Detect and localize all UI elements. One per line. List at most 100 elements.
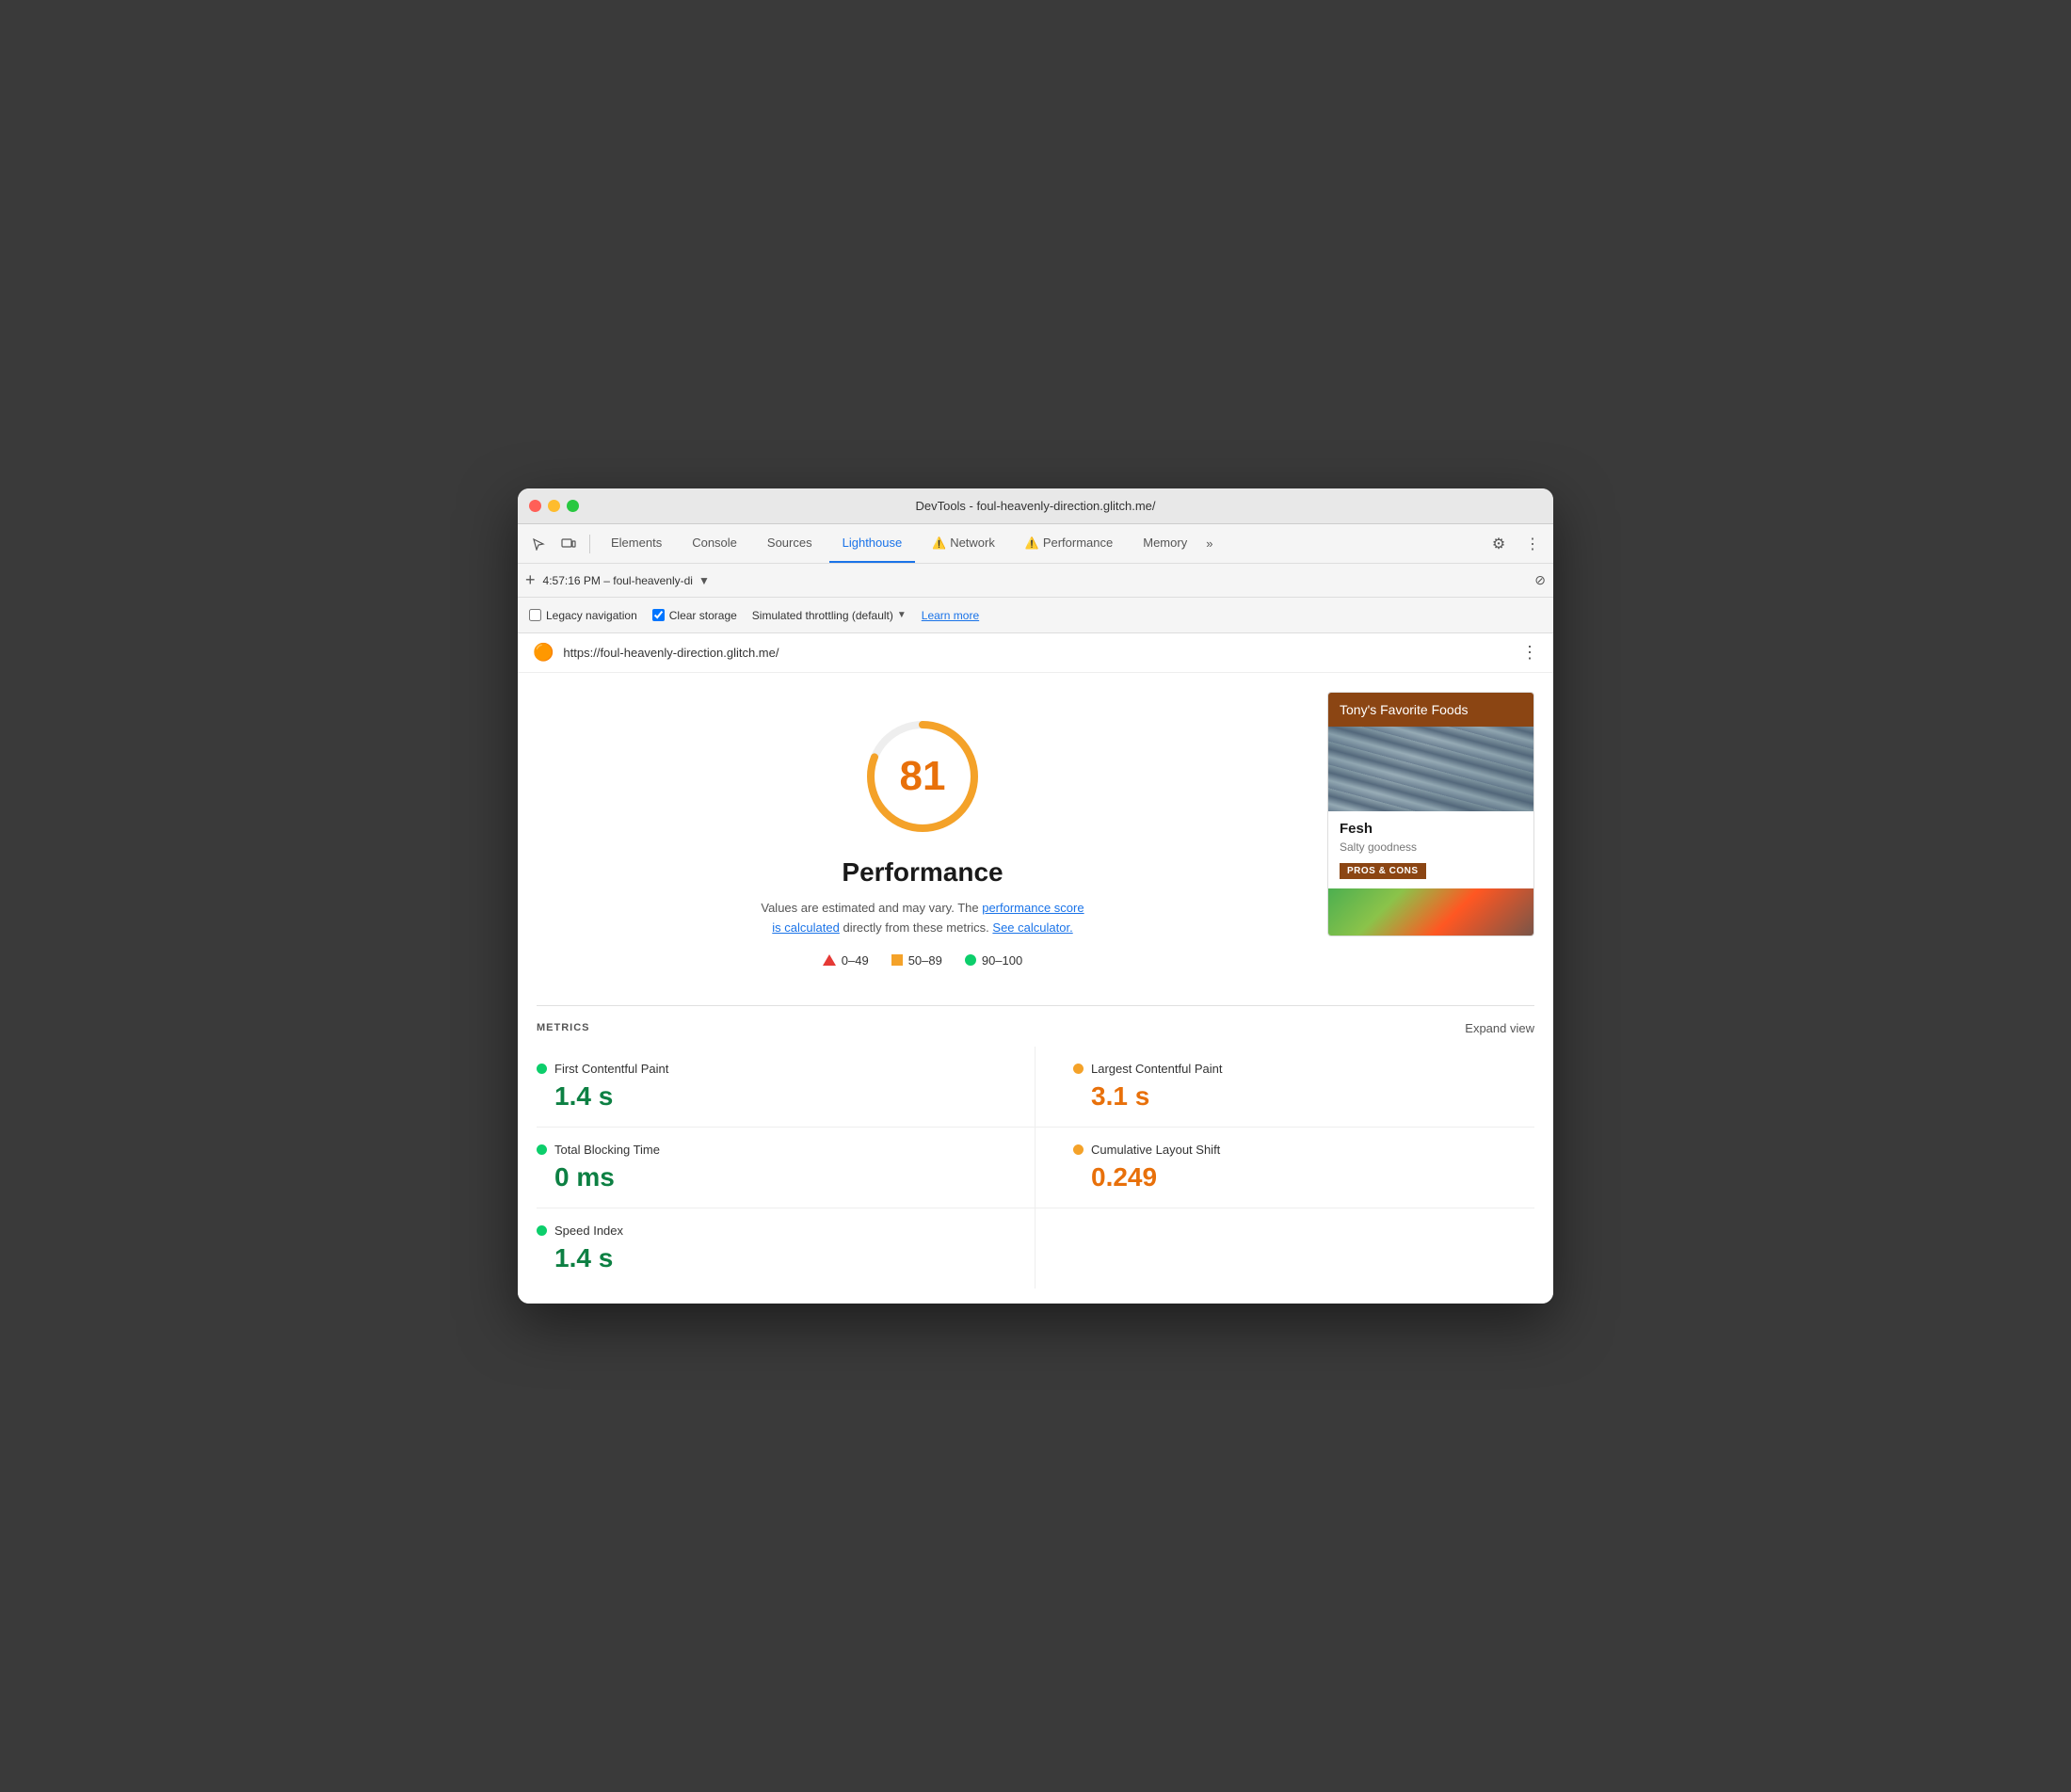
add-tab-icon[interactable]: +	[525, 570, 536, 590]
tab-lighthouse[interactable]: Lighthouse	[829, 524, 916, 563]
metric-lcp-dot	[1073, 1064, 1084, 1074]
metric-cls: Cumulative Layout Shift 0.249	[1036, 1128, 1534, 1208]
expand-view-button[interactable]: Expand view	[1465, 1021, 1534, 1035]
settings-icon[interactable]: ⚙	[1485, 531, 1512, 557]
metric-tbt-dot	[537, 1144, 547, 1155]
preview-second-image	[1328, 888, 1533, 936]
calculator-link[interactable]: See calculator.	[992, 920, 1072, 935]
minimize-button[interactable]	[548, 500, 560, 512]
legend-square-icon	[891, 954, 903, 966]
url-display-row: 🟠 https://foul-heavenly-direction.glitch…	[518, 633, 1553, 673]
metric-tbt-name: Total Blocking Time	[554, 1143, 660, 1157]
url-timestamp: 4:57:16 PM – foul-heavenly-di	[543, 574, 693, 587]
tab-elements[interactable]: Elements	[598, 524, 675, 563]
titlebar: DevTools - foul-heavenly-direction.glitc…	[518, 488, 1553, 524]
desc-text-2: directly from these metrics.	[843, 920, 992, 935]
device-toggle-icon[interactable]	[555, 531, 582, 557]
legend-orange-label: 50–89	[908, 953, 942, 968]
legend-triangle-icon	[823, 954, 836, 966]
throttle-label: Simulated throttling (default)	[752, 609, 893, 622]
legend-circle-icon	[965, 954, 976, 966]
tab-network[interactable]: ⚠️ Network	[919, 524, 1008, 563]
tab-console[interactable]: Console	[679, 524, 750, 563]
legend-red: 0–49	[823, 953, 869, 968]
performance-warning-icon: ⚠️	[1025, 536, 1039, 550]
cursor-icon[interactable]	[525, 531, 552, 557]
metric-cls-dot	[1073, 1144, 1084, 1155]
fish-photo	[1328, 727, 1533, 811]
right-panel: Tony's Favorite Foods Fesh Salty goodnes…	[1327, 692, 1534, 986]
legacy-navigation-wrap: Legacy navigation	[529, 609, 637, 622]
learn-more-link[interactable]: Learn more	[922, 609, 979, 622]
network-warning-icon: ⚠️	[932, 536, 946, 550]
metric-lcp-value: 3.1 s	[1091, 1081, 1534, 1112]
metric-cls-value: 0.249	[1091, 1162, 1534, 1192]
metric-lcp-header: Largest Contentful Paint	[1073, 1062, 1534, 1076]
legend-red-label: 0–49	[842, 953, 869, 968]
content-area: 81 Performance Values are estimated and …	[518, 673, 1553, 1005]
legacy-navigation-checkbox[interactable]	[529, 609, 541, 621]
metric-fcp: First Contentful Paint 1.4 s	[537, 1047, 1036, 1128]
metric-tbt-value: 0 ms	[554, 1162, 997, 1192]
url-more-icon[interactable]: ⋮	[1521, 643, 1538, 663]
traffic-lights	[529, 500, 579, 512]
metric-lcp-name: Largest Contentful Paint	[1091, 1062, 1222, 1076]
preview-item-title: Fesh	[1340, 821, 1522, 837]
divider-1	[589, 535, 590, 553]
devtools-window: DevTools - foul-heavenly-direction.glitc…	[518, 488, 1553, 1304]
pros-cons-button[interactable]: PROS & CONS	[1340, 863, 1426, 879]
clear-storage-label: Clear storage	[669, 609, 737, 622]
score-circle: 81	[857, 711, 988, 842]
preview-card-header: Tony's Favorite Foods	[1328, 693, 1533, 727]
score-number: 81	[900, 753, 946, 800]
metric-si: Speed Index 1.4 s	[537, 1208, 1036, 1288]
clear-storage-checkbox[interactable]	[652, 609, 665, 621]
metric-tbt-header: Total Blocking Time	[537, 1143, 997, 1157]
metric-cls-header: Cumulative Layout Shift	[1073, 1143, 1534, 1157]
legend-orange: 50–89	[891, 953, 942, 968]
url-dropdown-arrow[interactable]: ▼	[698, 574, 710, 587]
more-tabs-button[interactable]: »	[1206, 536, 1212, 551]
preview-fish-image	[1328, 727, 1533, 811]
tab-sources[interactable]: Sources	[754, 524, 826, 563]
legacy-navigation-label: Legacy navigation	[546, 609, 637, 622]
tab-performance[interactable]: ⚠️ Performance	[1012, 524, 1126, 563]
main-content: 🟠 https://foul-heavenly-direction.glitch…	[518, 633, 1553, 1304]
metric-tbt: Total Blocking Time 0 ms	[537, 1128, 1036, 1208]
block-icon[interactable]: ⊘	[1534, 572, 1546, 588]
optionsbar: Legacy navigation Clear storage Simulate…	[518, 598, 1553, 633]
tab-memory[interactable]: Memory	[1130, 524, 1200, 563]
legend-green: 90–100	[965, 953, 1022, 968]
toolbar-right: ⚙ ⋮	[1485, 531, 1546, 557]
clear-storage-wrap: Clear storage	[652, 609, 737, 622]
metric-lcp: Largest Contentful Paint 3.1 s	[1036, 1047, 1534, 1128]
metrics-section-title: METRICS	[537, 1022, 590, 1033]
score-label: Performance	[842, 857, 1003, 888]
score-description: Values are estimated and may vary. The p…	[761, 899, 1084, 938]
metrics-section: METRICS Expand view First Contentful Pai…	[518, 1006, 1553, 1304]
metric-si-header: Speed Index	[537, 1224, 997, 1238]
throttle-dropdown-arrow[interactable]: ▼	[897, 610, 907, 620]
left-panel: 81 Performance Values are estimated and …	[537, 692, 1308, 986]
metric-si-name: Speed Index	[554, 1224, 623, 1238]
maximize-button[interactable]	[567, 500, 579, 512]
metrics-grid: First Contentful Paint 1.4 s Largest Con…	[537, 1047, 1534, 1288]
tabs-toolbar: Elements Console Sources Lighthouse ⚠️ N…	[518, 524, 1553, 564]
score-legend: 0–49 50–89 90–100	[823, 953, 1022, 968]
display-url: https://foul-heavenly-direction.glitch.m…	[563, 646, 1512, 660]
desc-text-1: Values are estimated and may vary. The	[761, 901, 982, 915]
metric-si-dot	[537, 1225, 547, 1236]
legend-green-label: 90–100	[982, 953, 1022, 968]
window-title: DevTools - foul-heavenly-direction.glitc…	[915, 499, 1155, 513]
metric-si-value: 1.4 s	[554, 1243, 997, 1273]
preview-body: Fesh Salty goodness PROS & CONS	[1328, 811, 1533, 888]
favicon-icon: 🟠	[533, 643, 554, 663]
close-button[interactable]	[529, 500, 541, 512]
metrics-header: METRICS Expand view	[537, 1021, 1534, 1035]
urlbar: + 4:57:16 PM – foul-heavenly-di ▼ ⊘	[518, 564, 1553, 598]
more-menu-icon[interactable]: ⋮	[1519, 531, 1546, 557]
metric-fcp-header: First Contentful Paint	[537, 1062, 997, 1076]
preview-item-subtitle: Salty goodness	[1340, 840, 1522, 854]
url-input-wrap: 4:57:16 PM – foul-heavenly-di ▼	[543, 574, 1528, 587]
metric-cls-name: Cumulative Layout Shift	[1091, 1143, 1220, 1157]
